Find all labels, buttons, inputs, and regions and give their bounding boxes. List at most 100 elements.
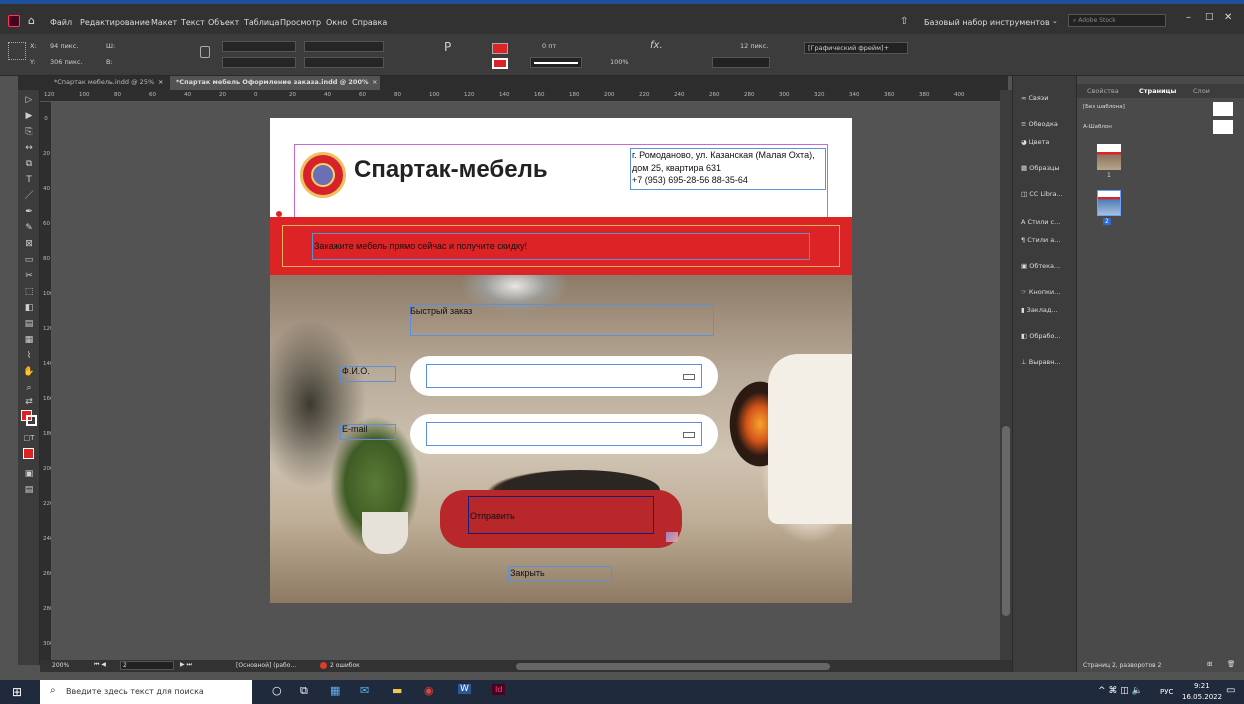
menu-file[interactable]: Файл [50, 18, 72, 27]
tab-spartak-order-200[interactable]: *Спартак мебель Оформление заказа.indd @… [176, 78, 368, 86]
panel-buttons[interactable]: ☞ Кнопки... [1021, 288, 1060, 296]
direct-selection-tool-icon[interactable]: ▶ [23, 110, 35, 122]
taskbar-search-input[interactable]: ⌕ Введите здесь текст для поиска [40, 680, 252, 704]
menu-view[interactable]: Просмотр [280, 18, 321, 27]
share-icon[interactable]: ⇧ [900, 16, 908, 27]
type-tool-icon[interactable]: T [23, 174, 35, 186]
panel-cc-libraries[interactable]: ◫ CC Libra... [1021, 190, 1063, 198]
panel-stroke[interactable]: ≡ Обводка [1021, 120, 1058, 128]
page-2-thumb[interactable] [1097, 190, 1121, 216]
tab-close-icon[interactable]: × [158, 78, 163, 86]
fx-icon[interactable]: fx. [650, 40, 663, 51]
scrollbar-thumb[interactable] [1002, 426, 1010, 616]
menu-object[interactable]: Объект [208, 18, 239, 27]
apply-color-icon[interactable] [23, 448, 34, 459]
eyedropper-tool-icon[interactable]: ⌇ [23, 350, 35, 362]
word-icon[interactable]: W [458, 684, 471, 694]
size-field[interactable]: 12 пикс. [740, 42, 768, 50]
shear-field[interactable] [304, 57, 384, 68]
panel-align[interactable]: ⊥ Выравн... [1021, 358, 1061, 366]
cortana-icon[interactable]: ○ [272, 684, 282, 697]
menu-table[interactable]: Таблица [244, 18, 279, 27]
note-tool-icon[interactable]: ▦ [23, 334, 35, 346]
free-transform-tool-icon[interactable]: ⬚ [23, 286, 35, 298]
content-collector-icon[interactable]: ⧉ [23, 158, 35, 170]
indesign-taskbar-icon[interactable]: Id [492, 684, 506, 695]
panel-links[interactable]: ∞ Связи [1021, 94, 1048, 102]
tab-close-icon[interactable]: × [372, 78, 377, 86]
tray-icons[interactable]: ^ ⌘ ◫ 🔈 [1098, 686, 1143, 696]
indesign-logo-icon[interactable] [8, 15, 20, 27]
preflight-profile[interactable]: [Основной] (рабо... [236, 662, 296, 669]
panel-object-states[interactable]: ◧ Обрабо... [1021, 332, 1061, 340]
line-tool-icon[interactable]: ／ [23, 190, 35, 202]
menu-edit[interactable]: Редактирование [80, 18, 150, 27]
y-field[interactable]: 306 пикс. [50, 58, 83, 66]
rotate-field[interactable] [304, 41, 384, 52]
panel-bookmarks[interactable]: ▮ Заклад... [1021, 306, 1058, 314]
tab-layers[interactable]: Слои [1193, 87, 1210, 95]
mail-icon[interactable]: ✉ [360, 684, 369, 697]
menu-text[interactable]: Текст [181, 18, 205, 27]
pen-tool-icon[interactable]: ✒ [23, 206, 35, 218]
panel-color[interactable]: ◕ Цвета [1021, 138, 1049, 146]
page-1-thumb[interactable] [1097, 144, 1121, 170]
page-tool-icon[interactable]: ⎘ [23, 126, 35, 138]
language-indicator[interactable]: РУС [1160, 688, 1173, 696]
close-link[interactable]: Закрыть [510, 568, 545, 578]
menu-layout[interactable]: Макет [151, 18, 177, 27]
panel-character-styles[interactable]: A Стили с... [1021, 218, 1060, 226]
master-none[interactable]: [Без шаблона] [1083, 104, 1125, 110]
windows-start-icon[interactable]: ⊞ [12, 685, 22, 699]
home-icon[interactable]: ⌂ [28, 14, 35, 27]
gradient-tool-icon[interactable]: ◧ [23, 302, 35, 314]
store-icon[interactable]: ▦ [330, 684, 340, 697]
clock-time[interactable]: 9:21 [1194, 682, 1210, 690]
pencil-tool-icon[interactable]: ✎ [23, 222, 35, 234]
clock-date[interactable]: 16.05.2022 [1182, 693, 1222, 701]
document-canvas[interactable]: Спартак-мебель г. Ромоданово, ул. Казанс… [52, 102, 1000, 660]
preflight-errors[interactable]: 2 ошибок [330, 662, 360, 669]
horizontal-scrollbar-thumb[interactable] [516, 663, 830, 670]
panel-paragraph-styles[interactable]: ¶ Стили а... [1021, 236, 1060, 244]
corner-shape-select[interactable] [712, 57, 770, 68]
selection-tool-icon[interactable]: ▷ [23, 94, 35, 106]
vertical-scrollbar[interactable] [1000, 90, 1012, 660]
name-input[interactable] [426, 364, 702, 388]
master-none-thumb[interactable] [1213, 102, 1233, 116]
new-page-icon[interactable]: ⊞ [1207, 660, 1212, 668]
document-page[interactable]: Спартак-мебель г. Ромоданово, ул. Казанс… [270, 118, 852, 603]
text-frame-icon[interactable]: P [444, 40, 451, 54]
page-number-field[interactable]: 2 [120, 661, 174, 670]
task-view-icon[interactable]: ⧉ [300, 684, 308, 698]
scale-x-field[interactable] [222, 41, 296, 52]
overset-marker-icon[interactable] [276, 211, 282, 217]
constrain-proportions-icon[interactable] [200, 46, 210, 58]
delete-page-icon[interactable]: 🗑 [1227, 660, 1235, 668]
file-explorer-icon[interactable]: ▬ [392, 684, 402, 697]
workspace-switcher[interactable]: Базовый набор инструментов [924, 18, 1050, 27]
rectangle-tool-icon[interactable]: ▭ [23, 254, 35, 266]
email-input[interactable] [426, 422, 702, 446]
rectangle-frame-tool-icon[interactable]: ⊠ [23, 238, 35, 250]
chevron-down-icon[interactable]: ⌄ [1052, 17, 1058, 25]
gap-tool-icon[interactable]: ↔ [23, 142, 35, 154]
zoom-level[interactable]: 200% [52, 662, 69, 669]
formatting-affects-icon[interactable]: □T [23, 432, 35, 444]
opacity-field[interactable]: 100% [610, 58, 629, 66]
stock-search-input[interactable]: ⌕ Adobe Stock [1068, 14, 1166, 27]
minimize-icon[interactable]: – [1186, 12, 1191, 23]
panel-swatches[interactable]: ▦ Образцы [1021, 164, 1059, 172]
stroke-type-select[interactable] [530, 57, 582, 68]
frame-style-select[interactable]: [Графический фрейм]+ [804, 42, 908, 54]
master-a-thumb[interactable] [1213, 120, 1233, 134]
tab-pages[interactable]: Страницы [1139, 87, 1176, 95]
scale-y-field[interactable] [222, 57, 296, 68]
reference-point-icon[interactable] [8, 42, 26, 60]
stroke-color-icon[interactable] [26, 415, 37, 426]
page-next-icon[interactable]: ▶ ⏭ [180, 661, 192, 669]
x-field[interactable]: 94 пикс. [50, 42, 78, 50]
hand-tool-icon[interactable]: ✋ [23, 366, 35, 378]
preview-mode-icon[interactable]: ▤ [23, 484, 35, 496]
stroke-weight-field[interactable]: 0 пт [542, 42, 556, 50]
